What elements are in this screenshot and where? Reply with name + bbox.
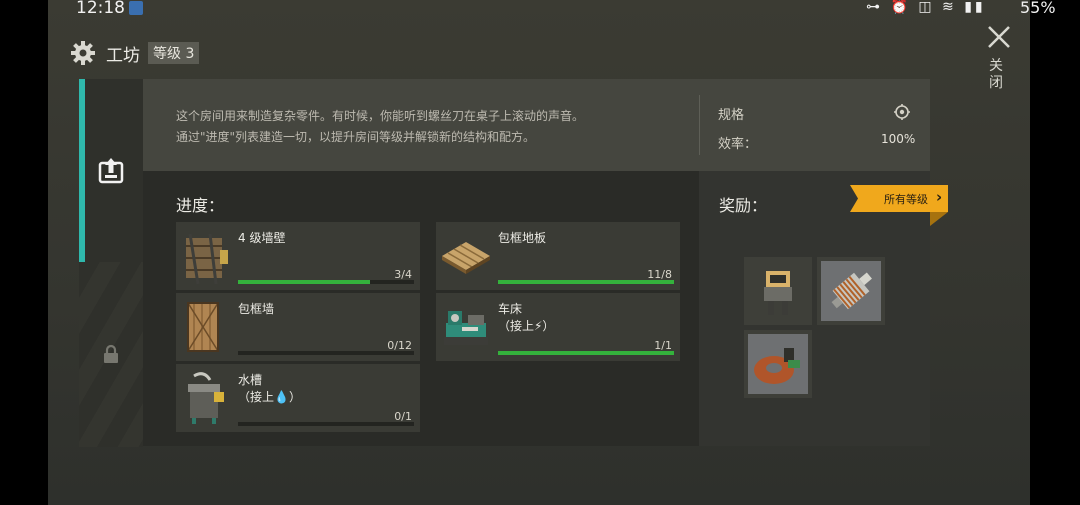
item-name: 水槽 （接上💧） <box>238 373 301 404</box>
status-bar: 12:18 ⊶ ⏰ ◫ ≋ ▮▮ 55% <box>0 0 1080 18</box>
progress-title: 进度： <box>176 196 225 215</box>
status-time: 12:18 <box>76 0 125 18</box>
close-button[interactable]: 关闭 <box>989 58 1005 92</box>
chevron-right-icon: › <box>936 188 943 206</box>
divider <box>699 95 700 155</box>
progress-fill <box>498 351 674 355</box>
wall-icon <box>186 233 228 285</box>
all-levels-button[interactable]: 所有等级 › <box>850 185 948 212</box>
efficiency-label: 效率： <box>718 137 758 152</box>
progress-bar <box>238 422 414 426</box>
lathe-icon <box>444 311 488 345</box>
progress-item[interactable]: 包框墙 0/12 <box>176 293 420 361</box>
progress-bar <box>238 351 414 355</box>
specs-label: 规格 <box>718 108 745 123</box>
progress-item[interactable]: 水槽 （接上💧） 0/1 <box>176 364 420 432</box>
reward-item[interactable] <box>744 330 812 398</box>
reward-item[interactable] <box>817 257 885 325</box>
item-name: 车床 （接上⚡） <box>498 302 555 333</box>
gear-icon <box>71 41 95 65</box>
room-description: 这个房间用来制造复杂零件。有时候，你能听到螺丝刀在桌子上滚动的声音。 通过"进度… <box>176 106 584 148</box>
upgrade-icon <box>98 158 124 184</box>
progress-item[interactable]: 4 级墙壁 3/4 <box>176 222 420 290</box>
rewards-title: 奖励： <box>719 196 768 215</box>
progress-bar <box>498 280 674 284</box>
lock-icon <box>104 344 118 363</box>
framed-wall-icon <box>187 302 219 352</box>
efficiency-value: 100% <box>881 132 916 146</box>
workbench-icon <box>764 271 792 315</box>
description-line: 这个房间用来制造复杂零件。有时候，你能听到螺丝刀在桌子上滚动的声音。 <box>176 109 585 123</box>
reward-item[interactable] <box>744 257 812 325</box>
item-name: 包框地板 <box>498 231 547 245</box>
ribbon-fold <box>930 212 948 226</box>
drill-motor-icon <box>821 261 881 321</box>
item-name: 4 级墙壁 <box>238 231 286 245</box>
description-line: 通过"进度"列表建造一切，以提升房间等级并解锁新的结构和配方。 <box>176 130 536 144</box>
progress-fill <box>238 280 370 284</box>
settings-cog-icon[interactable] <box>893 103 911 121</box>
status-icons: ⊶ ⏰ ◫ ≋ ▮▮ <box>866 0 986 15</box>
notification-icon <box>129 1 143 15</box>
progress-item[interactable]: 车床 （接上⚡） 1/1 <box>436 293 680 361</box>
page-title: 工坊 <box>106 46 140 66</box>
close-icon[interactable] <box>986 24 1012 50</box>
coil-icon <box>748 334 808 394</box>
progress-item[interactable]: 包框地板 11/8 <box>436 222 680 290</box>
progress-bar <box>498 351 674 355</box>
tab-active-indicator <box>79 79 85 262</box>
sink-icon <box>188 372 224 424</box>
progress-bar <box>238 280 414 284</box>
floor-icon <box>442 242 490 274</box>
progress-fill <box>498 280 674 284</box>
all-levels-label: 所有等级 <box>884 193 928 206</box>
item-name: 包框墙 <box>238 302 275 316</box>
level-badge: 等级 3 <box>148 42 200 64</box>
battery-percent: 55% <box>1020 0 1056 17</box>
